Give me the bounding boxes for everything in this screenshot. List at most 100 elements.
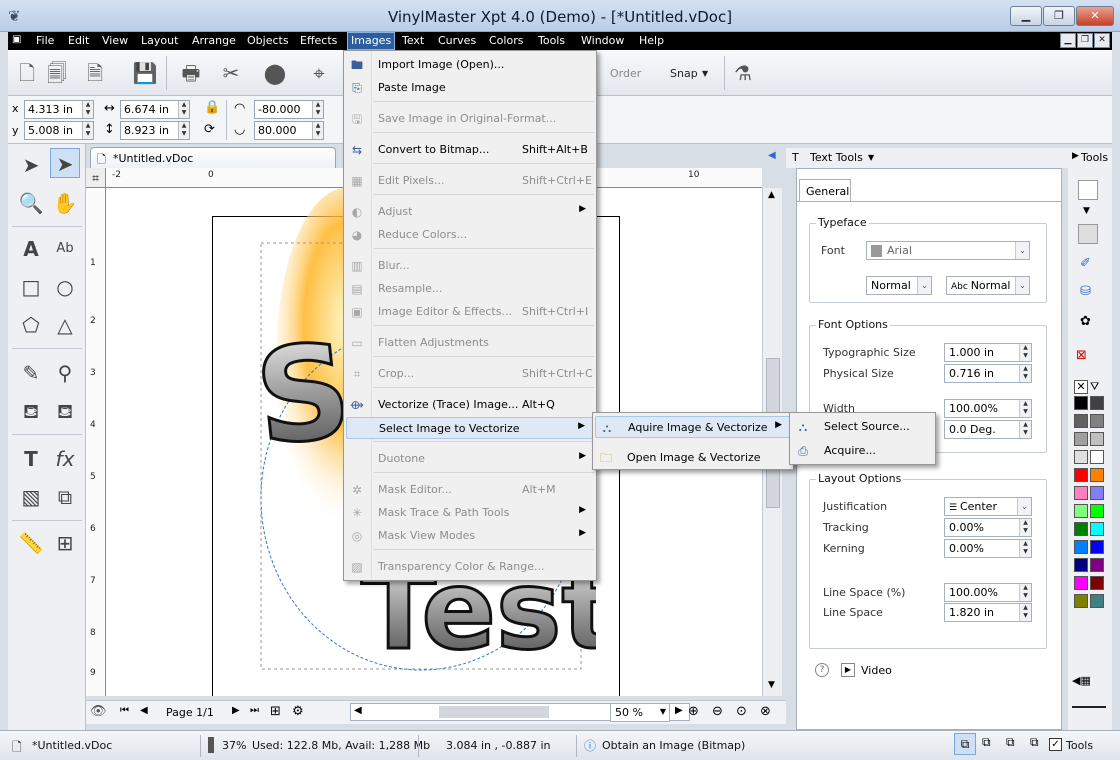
spin-arrows-icon[interactable]: ▲ ▼ bbox=[1019, 400, 1031, 417]
tab-untitled-vdoc[interactable]: 🗋 *Untitled.vDoc bbox=[90, 147, 336, 168]
scrollbar-thumb[interactable] bbox=[439, 706, 549, 718]
menu-item-mask-trace-path-tools[interactable]: ✳ Mask Trace & Path Tools ▶ bbox=[346, 502, 594, 524]
panel-title[interactable]: Text Tools bbox=[810, 151, 863, 164]
zoom-in-icon[interactable]: ⊕ bbox=[688, 704, 699, 719]
tools-checkbox[interactable]: ✓ bbox=[1049, 738, 1062, 751]
snap-grid-icon[interactable]: ⧉ bbox=[1006, 735, 1015, 750]
shape-tool-icon[interactable]: ⬠ bbox=[16, 310, 46, 340]
spin-arrows-icon[interactable]: ▲ ▼ bbox=[1019, 540, 1031, 557]
zoom-dropdown[interactable]: 50 % ▼ bbox=[610, 703, 670, 722]
select-tool-icon[interactable]: ➤ bbox=[16, 150, 46, 180]
outline-fill-tool-icon[interactable]: ⛾ bbox=[50, 396, 80, 426]
page-setup-icon[interactable]: ⚙ bbox=[292, 704, 304, 719]
snap-objects-icon[interactable]: ⧉ bbox=[954, 733, 976, 755]
menu-window[interactable]: Window bbox=[581, 34, 624, 47]
knife-tool-icon[interactable]: ⚲ bbox=[50, 358, 80, 388]
minimize-button[interactable]: ▁ bbox=[1010, 6, 1042, 26]
no-color-icon[interactable]: ⊠ bbox=[1076, 348, 1087, 363]
last-page-icon[interactable]: ⏭ bbox=[250, 705, 259, 716]
scroll-up-icon[interactable]: ▲ bbox=[768, 190, 775, 200]
color-swatch[interactable] bbox=[1090, 468, 1104, 482]
color-swatch[interactable] bbox=[1074, 414, 1088, 428]
pan-tool-icon[interactable]: ✋ bbox=[50, 188, 80, 218]
view-mode-icon[interactable]: 👁 bbox=[90, 704, 107, 719]
lock-icon[interactable]: 🔒 bbox=[204, 100, 220, 115]
color-swatch[interactable] bbox=[1090, 486, 1104, 500]
width-field[interactable]: 6.674 in ▲ ▼ bbox=[120, 100, 190, 119]
font-case-dropdown[interactable]: Abc Normal ⌄ bbox=[946, 276, 1030, 295]
menu-item-transparency-color-range[interactable]: ▨ Transparency Color & Range... bbox=[346, 556, 594, 578]
menu-tools[interactable]: Tools bbox=[538, 34, 565, 47]
menu-item-open-image-vectorize[interactable]: 🗀 Open Image & Vectorize bbox=[595, 447, 791, 469]
menu-curves[interactable]: Curves bbox=[438, 34, 476, 47]
fill-swatch-icon[interactable] bbox=[1078, 180, 1098, 200]
color-swatch[interactable] bbox=[1074, 522, 1088, 536]
color-swatch[interactable] bbox=[1074, 432, 1088, 446]
menu-item-mask-editor[interactable]: ✲ Mask Editor... Alt+M bbox=[346, 479, 594, 501]
menu-item-acquire[interactable]: ⎙ Acquire... bbox=[792, 440, 933, 462]
menu-item-flatten-adjustments[interactable]: ▭ Flatten Adjustments bbox=[346, 332, 594, 354]
menu-effects[interactable]: Effects bbox=[300, 34, 337, 47]
menu-item-import-image-open[interactable]: 🖿 Import Image (Open)... bbox=[346, 54, 594, 76]
menu-colors[interactable]: Colors bbox=[489, 34, 523, 47]
measure-tool-icon[interactable]: 📏 bbox=[16, 528, 46, 558]
typographic-size-field[interactable]: 1.000 in ▲ ▼ bbox=[944, 343, 1032, 362]
snap-nodes-icon[interactable]: ⧉ bbox=[982, 735, 991, 750]
maximize-button[interactable]: ❐ bbox=[1043, 6, 1075, 26]
color-picker-icon[interactable]: ⛁ bbox=[1080, 284, 1091, 299]
y-position-field[interactable]: 5.008 in ▲ ▼ bbox=[24, 121, 94, 140]
menu-item-reduce-colors[interactable]: ◕ Reduce Colors... bbox=[346, 224, 594, 246]
physical-size-field[interactable]: 0.716 in ▲ ▼ bbox=[944, 364, 1032, 383]
menu-item-select-source[interactable]: ⛬ Select Source... bbox=[792, 416, 933, 438]
help-icon[interactable]: ? bbox=[815, 663, 829, 677]
doc-close-icon[interactable]: ✕ bbox=[1094, 33, 1110, 48]
swatch-options-icon[interactable]: ⛛ bbox=[1090, 380, 1099, 394]
expand-icon[interactable]: ▶ bbox=[1072, 151, 1079, 161]
menu-images[interactable]: Images bbox=[347, 32, 396, 50]
transform-icon[interactable]: ⌖ bbox=[306, 60, 332, 86]
doc-minimize-icon[interactable]: ▁ bbox=[1060, 33, 1076, 48]
menu-item-mask-view-modes[interactable]: ◎ Mask View Modes ▶ bbox=[346, 525, 594, 547]
color-swatch[interactable] bbox=[1074, 576, 1088, 590]
rotate-icon[interactable]: ⟳ bbox=[204, 122, 215, 137]
color-swatch[interactable] bbox=[1090, 450, 1104, 464]
color-swatch[interactable] bbox=[1074, 558, 1088, 572]
menu-item-convert-to-bitmap[interactable]: ⇆ Convert to Bitmap... Shift+Alt+B bbox=[346, 139, 594, 161]
color-swatch[interactable] bbox=[1074, 594, 1088, 608]
menu-item-vectorize-trace-image[interactable]: ⟴ Vectorize (Trace) Image... Alt+Q bbox=[346, 394, 594, 416]
menu-layout[interactable]: Layout bbox=[141, 34, 178, 47]
ruler-origin-icon[interactable]: ⌗ bbox=[86, 168, 106, 188]
snap-dropdown-icon[interactable]: ▼ bbox=[702, 69, 708, 78]
tools-label[interactable]: Tools bbox=[1081, 151, 1108, 164]
menu-item-resample[interactable]: ▤ Resample... bbox=[346, 278, 594, 300]
color-swatch[interactable] bbox=[1090, 540, 1104, 554]
pencil-tool-icon[interactable]: ✎ bbox=[16, 358, 46, 388]
kerning-field[interactable]: 0.00% ▲ ▼ bbox=[944, 539, 1032, 558]
text-effects-tool-icon[interactable]: T bbox=[16, 444, 46, 474]
new-document-icon[interactable]: 🗋 bbox=[14, 60, 40, 86]
doc-restore-icon[interactable]: ❐ bbox=[1077, 33, 1093, 48]
font-style-dropdown[interactable]: Normal ⌄ bbox=[866, 276, 932, 295]
weld-tool-icon[interactable]: ⧉ bbox=[50, 482, 80, 512]
spin-arrows-icon[interactable]: ▲ ▼ bbox=[312, 101, 323, 118]
menu-item-crop[interactable]: ⌗ Crop... Shift+Ctrl+C bbox=[346, 363, 594, 385]
chevron-down-icon[interactable]: ▼ bbox=[868, 153, 874, 162]
next-page-icon[interactable]: ▶ bbox=[232, 705, 240, 716]
video-link[interactable]: Video bbox=[861, 664, 892, 677]
spin-arrows-icon[interactable]: ▲ ▼ bbox=[1019, 604, 1031, 621]
dimension-tool-icon[interactable]: ⊞ bbox=[50, 528, 80, 558]
color-swatch[interactable] bbox=[1090, 576, 1104, 590]
ellipse-tool-icon[interactable]: ○ bbox=[50, 272, 80, 302]
tracking-field[interactable]: 0.00% ▲ ▼ bbox=[944, 518, 1032, 537]
spin-arrows-icon[interactable]: ▲ ▼ bbox=[1019, 421, 1031, 438]
palette-menu-icon[interactable]: ◀▦ bbox=[1072, 674, 1091, 687]
zoom-fit-icon[interactable]: ⊗ bbox=[760, 704, 771, 719]
menu-item-select-image-to-vectorize[interactable]: Select Image to Vectorize ▶ bbox=[346, 417, 594, 439]
first-page-icon[interactable]: ⏮ bbox=[120, 705, 129, 716]
cutter-icon[interactable]: ✂ bbox=[218, 60, 244, 86]
text-tool-icon[interactable]: A bbox=[16, 234, 46, 264]
effects-tool-icon[interactable]: fx bbox=[50, 444, 80, 474]
menu-item-image-editor-effects[interactable]: ▣ Image Editor & Effects... Shift+Ctrl+I bbox=[346, 301, 594, 323]
menu-objects[interactable]: Objects bbox=[247, 34, 289, 47]
outline-swatch-icon[interactable] bbox=[1078, 224, 1098, 244]
